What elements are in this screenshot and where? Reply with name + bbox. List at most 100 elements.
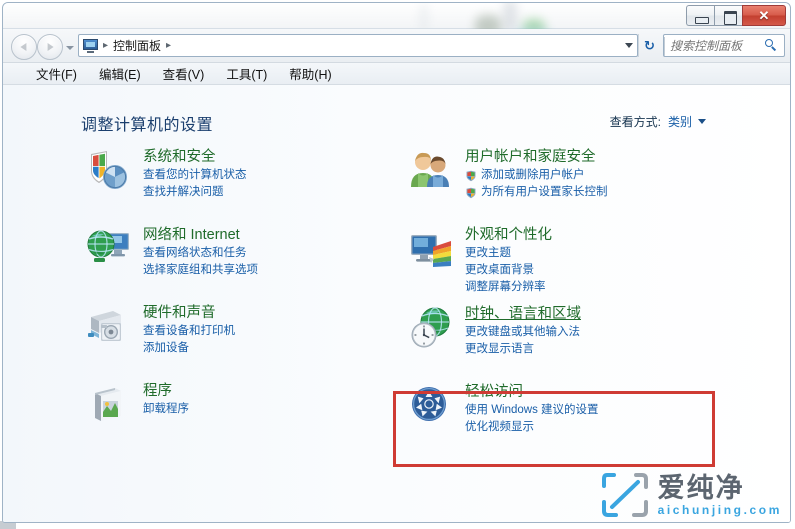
breadcrumb-separator[interactable]: ▸ <box>164 40 173 51</box>
refresh-button[interactable]: ↻ <box>638 34 660 57</box>
search-box[interactable] <box>663 34 785 57</box>
link-label: 更改键盘或其他输入法 <box>465 326 580 338</box>
close-button[interactable]: ✕ <box>742 5 786 26</box>
category-title[interactable]: 硬件和声音 <box>143 303 216 323</box>
link-label: 添加设备 <box>143 342 189 354</box>
control-panel-icon <box>83 38 99 53</box>
category-link[interactable]: 查找并解决问题 <box>143 184 401 201</box>
search-divider <box>664 37 665 56</box>
menu-item-help[interactable]: 帮助(H) <box>278 64 342 83</box>
forward-arrow-icon <box>47 43 54 51</box>
view-by-value[interactable]: 类别 <box>668 113 692 130</box>
back-button[interactable] <box>11 34 37 60</box>
chevron-down-icon[interactable] <box>698 119 706 124</box>
ease-of-access-icon <box>407 382 455 430</box>
network-globe-icon <box>85 225 133 273</box>
screenshot-root: ✕ ▸ 控制面板 ▸ ↻ 搜索控制面板 文件(F) 编辑(E) 查看(V) 工具… <box>0 0 795 529</box>
link-label: 更改桌面背景 <box>465 264 534 276</box>
category-user-accounts-and-family-safety[interactable]: 用户帐户和家庭安全 添加或删除用户帐户 为所有用户设置家长控制 <box>403 147 723 217</box>
category-link[interactable]: 添加设备 <box>143 340 401 357</box>
maximize-icon <box>724 11 737 25</box>
category-clock-language-and-region[interactable]: 时钟、语言和区域 更改键盘或其他输入法 更改显示语言 <box>403 304 723 374</box>
link-label: 更改显示语言 <box>465 343 534 355</box>
category-title[interactable]: 程序 <box>143 381 172 401</box>
search-icon <box>765 39 778 52</box>
category-title[interactable]: 外观和个性化 <box>465 225 552 245</box>
window-controls: ✕ <box>686 5 786 26</box>
address-bar[interactable]: ▸ 控制面板 ▸ <box>78 34 638 57</box>
menu-item-edit[interactable]: 编辑(E) <box>88 64 152 83</box>
category-link[interactable]: 更改桌面背景 <box>465 262 723 279</box>
category-column-right: 用户帐户和家庭安全 添加或删除用户帐户 为所有用户设置家长控制 外观和个性化 更… <box>403 147 723 460</box>
link-label: 添加或删除用户帐户 <box>481 169 585 181</box>
printer-speaker-icon <box>85 303 133 351</box>
category-system-and-security[interactable]: 系统和安全 查看您的计算机状态 查找并解决问题 <box>81 147 401 217</box>
link-label: 卸载程序 <box>143 403 189 415</box>
close-icon: ✕ <box>758 8 770 23</box>
link-label: 调整屏幕分辨率 <box>465 281 546 293</box>
search-input[interactable] <box>670 38 764 53</box>
category-link[interactable]: 查看您的计算机状态 <box>143 167 401 184</box>
refresh-icon: ↻ <box>644 37 655 53</box>
category-link[interactable]: 添加或删除用户帐户 <box>465 167 723 184</box>
category-title[interactable]: 系统和安全 <box>143 147 216 167</box>
appearance-monitor-icon <box>407 225 455 273</box>
category-title[interactable]: 网络和 Internet <box>143 225 240 245</box>
link-label: 查看网络状态和任务 <box>143 247 247 259</box>
shield-icon <box>465 170 477 182</box>
shield-security-icon <box>85 147 133 195</box>
programs-box-icon <box>85 381 133 429</box>
category-programs[interactable]: 程序 卸载程序 <box>81 381 401 451</box>
breadcrumb-item-control-panel[interactable]: 控制面板 <box>110 37 164 54</box>
category-title[interactable]: 用户帐户和家庭安全 <box>465 147 596 167</box>
category-ease-of-access[interactable]: 轻松访问 使用 Windows 建议的设置 优化视频显示 <box>403 382 723 452</box>
view-by-label: 查看方式: <box>609 115 661 129</box>
link-label: 查看您的计算机状态 <box>143 169 247 181</box>
user-accounts-icon <box>407 147 455 195</box>
link-label: 查看设备和打印机 <box>143 325 235 337</box>
category-link[interactable]: 查看网络状态和任务 <box>143 245 401 262</box>
category-link[interactable]: 选择家庭组和共享选项 <box>143 262 401 279</box>
category-link[interactable]: 更改主题 <box>465 245 723 262</box>
category-column-left: 系统和安全 查看您的计算机状态 查找并解决问题 网络和 Internet 查看网… <box>81 147 401 459</box>
link-label: 选择家庭组和共享选项 <box>143 264 258 276</box>
minimize-button[interactable] <box>686 5 714 26</box>
category-hardware-and-sound[interactable]: 硬件和声音 查看设备和打印机 添加设备 <box>81 303 401 373</box>
category-link[interactable]: 为所有用户设置家长控制 <box>465 184 723 201</box>
menu-item-file[interactable]: 文件(F) <box>25 64 88 83</box>
category-link[interactable]: 优化视频显示 <box>465 419 723 436</box>
category-title[interactable]: 时钟、语言和区域 <box>465 304 581 324</box>
address-dropdown-chevron-icon[interactable] <box>625 43 633 48</box>
watermark: 爱纯净 aichunjing.com <box>601 472 782 518</box>
category-link[interactable]: 查看设备和打印机 <box>143 323 401 340</box>
category-title[interactable]: 轻松访问 <box>465 382 523 402</box>
aichunjing-logo-icon <box>601 472 648 518</box>
control-panel-content: 调整计算机的设置 查看方式: 类别 系统和安全 查看您的计算机状态 查找并解决问… <box>3 85 790 522</box>
watermark-text: 爱纯净 aichunjing.com <box>658 473 782 517</box>
window-titlebar[interactable]: ✕ <box>3 3 790 43</box>
clock-globe-icon <box>407 304 455 352</box>
back-arrow-icon <box>20 43 27 51</box>
recent-pages-chevron-icon[interactable] <box>66 46 74 50</box>
link-label: 更改主题 <box>465 247 511 259</box>
control-panel-window: ✕ ▸ 控制面板 ▸ ↻ 搜索控制面板 文件(F) 编辑(E) 查看(V) 工具… <box>2 2 791 523</box>
link-label: 优化视频显示 <box>465 421 534 433</box>
link-label: 查找并解决问题 <box>143 186 224 198</box>
category-link[interactable]: 更改显示语言 <box>465 341 723 358</box>
minimize-icon <box>695 17 709 24</box>
view-by-control[interactable]: 查看方式: 类别 <box>610 113 706 130</box>
category-link[interactable]: 使用 Windows 建议的设置 <box>465 402 723 419</box>
menu-item-tools[interactable]: 工具(T) <box>215 64 278 83</box>
category-network-and-internet[interactable]: 网络和 Internet 查看网络状态和任务 选择家庭组和共享选项 <box>81 225 401 295</box>
link-label: 使用 Windows 建议的设置 <box>465 404 599 416</box>
forward-button[interactable] <box>37 34 63 60</box>
category-appearance-and-personalization[interactable]: 外观和个性化 更改主题 更改桌面背景 调整屏幕分辨率 <box>403 225 723 296</box>
navigation-bar: ▸ 控制面板 ▸ ↻ <box>3 29 790 63</box>
maximize-button[interactable] <box>714 5 742 26</box>
breadcrumb-separator: ▸ <box>103 40 109 51</box>
category-link[interactable]: 调整屏幕分辨率 <box>465 279 723 296</box>
menu-item-view[interactable]: 查看(V) <box>152 64 216 83</box>
category-link[interactable]: 卸载程序 <box>143 401 401 418</box>
link-label: 为所有用户设置家长控制 <box>481 186 608 198</box>
category-link[interactable]: 更改键盘或其他输入法 <box>465 324 723 341</box>
